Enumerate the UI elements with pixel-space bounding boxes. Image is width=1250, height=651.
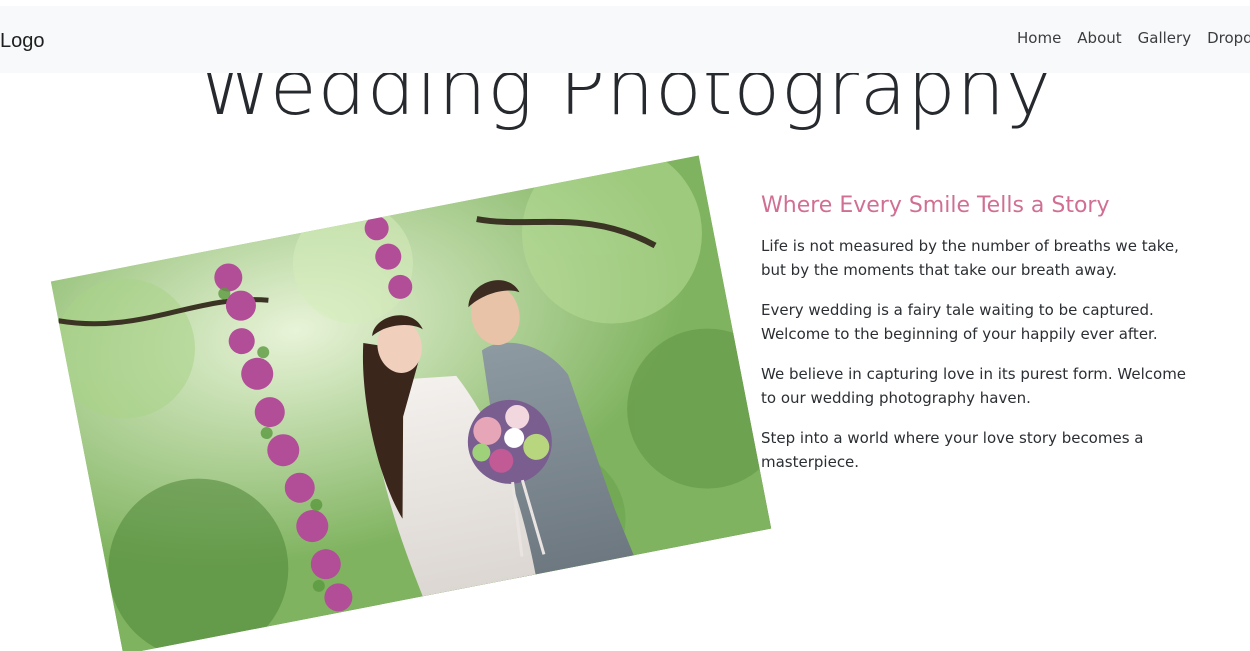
story-heading: Where Every Smile Tells a Story	[761, 193, 1110, 218]
nav-item-home: Home	[1009, 26, 1069, 50]
nav-item-about: About	[1069, 26, 1129, 50]
page: Wedding Photography Logo Home About Gall…	[0, 0, 1250, 651]
nav-link-dropdown[interactable]: Dropdown	[1199, 26, 1250, 50]
nav-link-about[interactable]: About	[1069, 26, 1129, 50]
photo-illustration	[50, 155, 772, 651]
wedding-couple-photo	[50, 155, 772, 651]
story-section: Where Every Smile Tells a Story Life is …	[761, 188, 1191, 490]
story-paragraph-1: Life is not measured by the number of br…	[761, 237, 1179, 279]
story-paragraph-4: Step into a world where your love story …	[761, 429, 1144, 471]
nav-link-home[interactable]: Home	[1009, 26, 1069, 50]
brand-logo[interactable]: Logo	[0, 26, 45, 56]
nav-menu: Home About Gallery Dropdown	[1009, 26, 1250, 50]
story-paragraph-2: Every wedding is a fairy tale waiting to…	[761, 301, 1158, 343]
nav-item-dropdown: Dropdown	[1199, 26, 1250, 50]
story-paragraph-3: We believe in capturing love in its pure…	[761, 365, 1187, 407]
nav-item-gallery: Gallery	[1130, 26, 1199, 50]
navbar: Logo Home About Gallery Dropdown	[0, 6, 1250, 73]
nav-link-gallery[interactable]: Gallery	[1130, 26, 1199, 50]
